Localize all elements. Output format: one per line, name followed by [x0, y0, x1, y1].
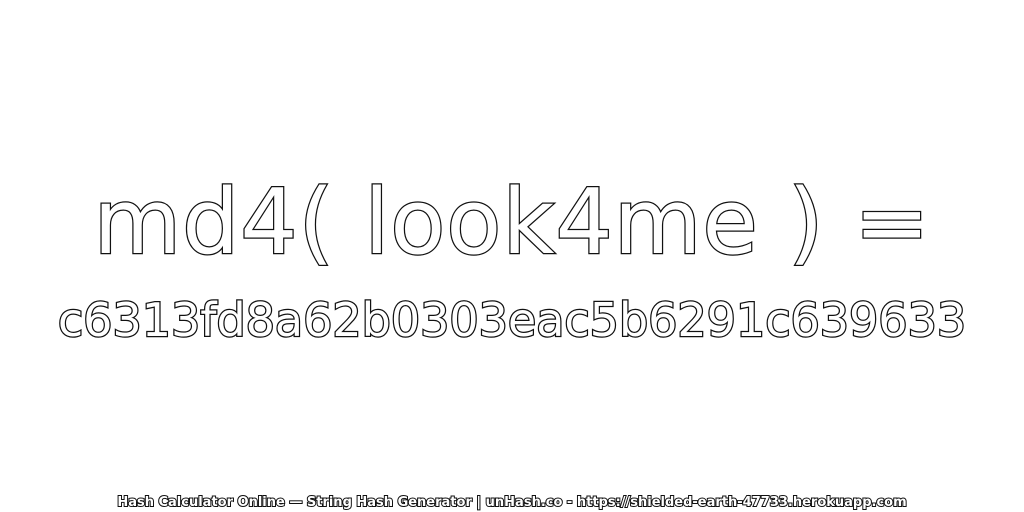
hash-result-text: c6313fd8a62b0303eac5b6291c639633 — [57, 292, 968, 349]
hash-expression-text: md4( look4me ) = — [92, 169, 931, 277]
footer-credit-text: Hash Calculator Online — String Hash Gen… — [116, 494, 907, 511]
hash-image-canvas: md4( look4me ) = c6313fd8a62b0303eac5b62… — [0, 0, 1024, 512]
